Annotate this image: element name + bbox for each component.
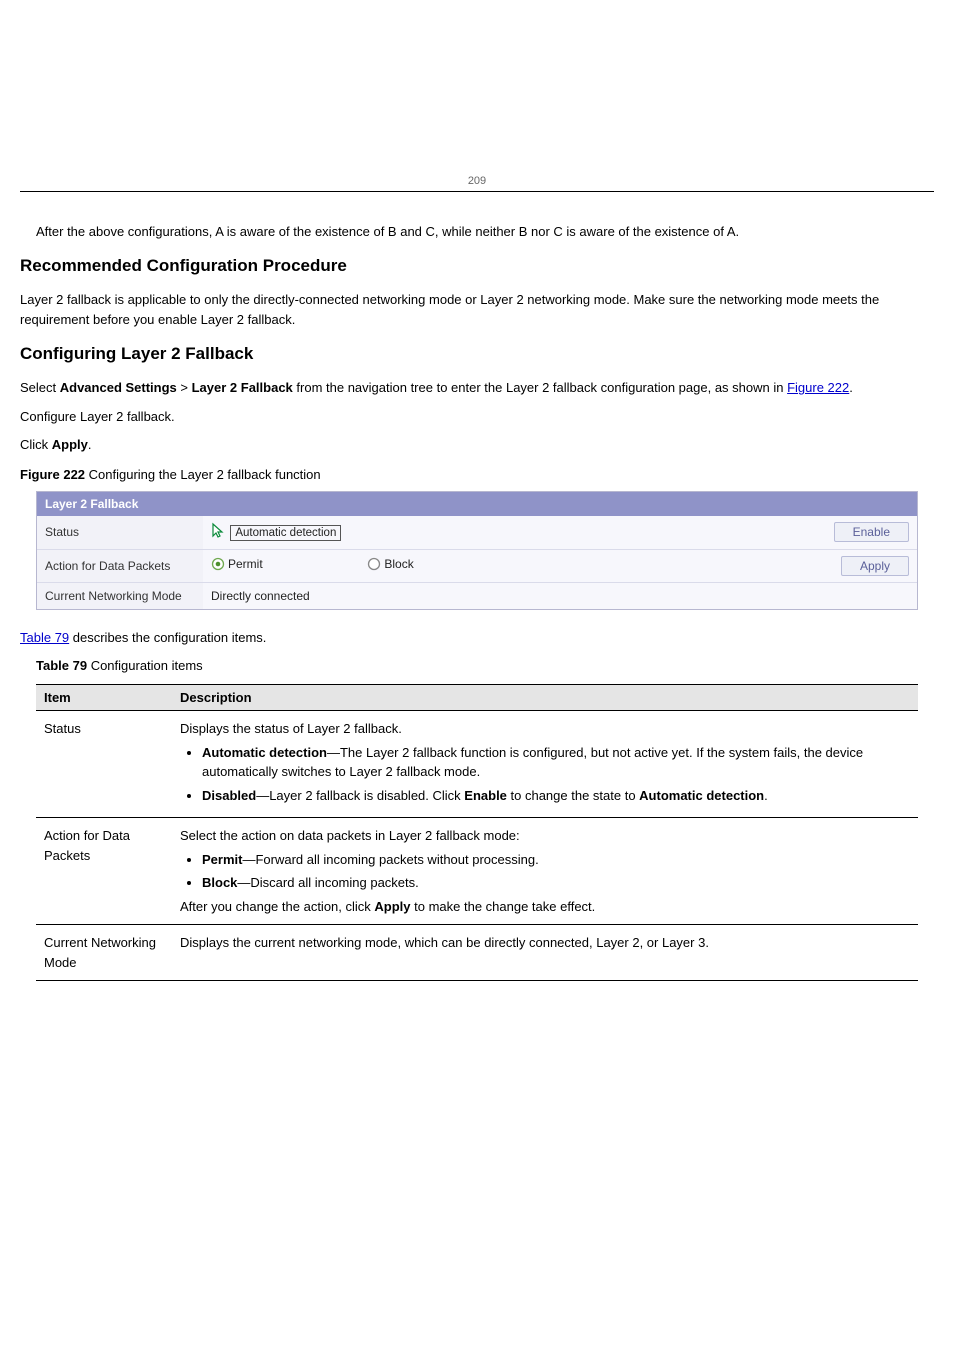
table-caption: Table 79 Configuration items [36, 656, 934, 676]
row2-desc: Select the action on data packets in Lay… [172, 818, 918, 925]
step-2: Configure Layer 2 fallback. [20, 407, 934, 427]
th-item: Item [36, 685, 172, 711]
cursor-icon [211, 522, 225, 543]
row3-desc: Displays the current networking mode, wh… [172, 925, 918, 981]
row3-item: Current Networking Mode [36, 925, 172, 981]
enable-button[interactable]: Enable [834, 522, 909, 542]
row1-item: Status [36, 711, 172, 818]
page-number: 209 [20, 175, 934, 187]
status-value: Automatic detection [230, 525, 341, 541]
radio-permit[interactable]: Permit [211, 557, 263, 571]
heading-recommended: Recommended Configuration Procedure [20, 256, 934, 276]
apply-button[interactable]: Apply [841, 556, 909, 576]
step-3: Click Apply. [20, 435, 934, 455]
table-79: Item Description Status Displays the sta… [36, 684, 918, 981]
panel-header: Layer 2 Fallback [37, 492, 917, 516]
recommended-text: Layer 2 fallback is applicable to only t… [20, 290, 934, 330]
mode-value: Directly connected [203, 582, 917, 609]
radio-block[interactable]: Block [367, 557, 413, 571]
row-mode-label: Current Networking Mode [37, 582, 203, 609]
intro-text: After the above configurations, A is awa… [36, 222, 934, 242]
step-1: Select Advanced Settings > Layer 2 Fallb… [20, 378, 934, 398]
link-table-79[interactable]: Table 79 [20, 630, 69, 645]
row-action-label: Action for Data Packets [37, 549, 203, 582]
row2-item: Action for Data Packets [36, 818, 172, 925]
heading-configuring: Configuring Layer 2 Fallback [20, 344, 934, 364]
row-status-label: Status [37, 516, 203, 550]
figure-caption: Figure 222 Configuring the Layer 2 fallb… [20, 465, 934, 485]
top-rule [20, 191, 934, 192]
table-ref: Table 79 describes the configuration ite… [20, 628, 934, 648]
th-desc: Description [172, 685, 918, 711]
link-figure-222[interactable]: Figure 222 [787, 380, 849, 395]
row1-desc: Displays the status of Layer 2 fallback.… [172, 711, 918, 818]
figure-222: Layer 2 Fallback Status Automatic detect… [36, 491, 918, 610]
